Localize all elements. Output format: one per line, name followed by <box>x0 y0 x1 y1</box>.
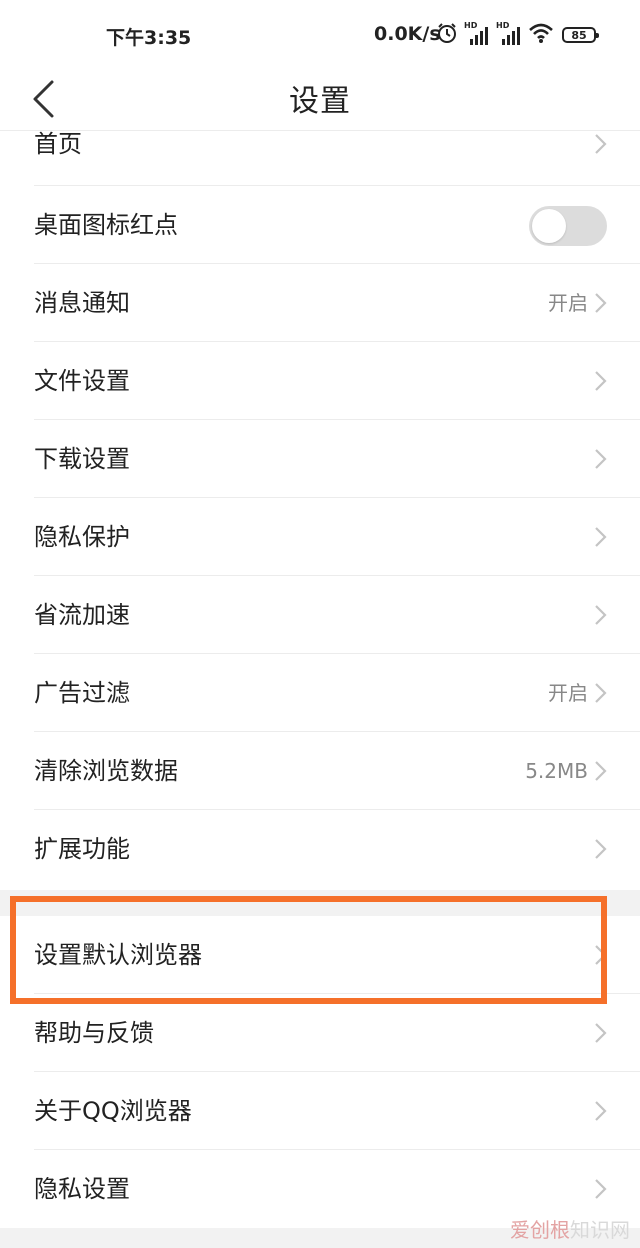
watermark-text: 知识网 <box>570 1218 630 1242</box>
setting-row-notifications[interactable]: 消息通知 开启 <box>0 264 640 342</box>
setting-row-home[interactable]: 首页 <box>0 108 640 186</box>
chevron-right-icon <box>595 449 607 469</box>
chevron-right-icon <box>595 605 607 625</box>
setting-label: 消息通知 <box>34 289 130 317</box>
setting-row-download[interactable]: 下载设置 <box>0 420 640 498</box>
setting-row-file[interactable]: 文件设置 <box>0 342 640 420</box>
setting-row-clear-data[interactable]: 清除浏览数据 5.2MB <box>0 732 640 810</box>
setting-row-ad-filter[interactable]: 广告过滤 开启 <box>0 654 640 732</box>
section-divider <box>0 890 640 916</box>
setting-label: 关于QQ浏览器 <box>34 1097 192 1125</box>
setting-row-extensions[interactable]: 扩展功能 <box>0 810 640 888</box>
chevron-right-icon <box>595 293 607 313</box>
setting-label: 下载设置 <box>34 445 130 473</box>
setting-row-help-feedback[interactable]: 帮助与反馈 <box>0 994 640 1072</box>
chevron-right-icon <box>595 371 607 391</box>
alarm-icon <box>436 22 458 48</box>
setting-label: 隐私设置 <box>34 1175 130 1203</box>
setting-row-default-browser[interactable]: 设置默认浏览器 <box>0 916 640 994</box>
hd-signal-icon: HD <box>464 21 490 47</box>
setting-value: 开启 <box>548 681 588 705</box>
setting-row-desktop-badge: 桌面图标红点 <box>0 186 640 264</box>
setting-label: 文件设置 <box>34 367 130 395</box>
chevron-right-icon <box>595 839 607 859</box>
setting-value: 5.2MB <box>525 759 588 783</box>
setting-label: 帮助与反馈 <box>34 1019 154 1047</box>
hd-label: HD <box>496 21 510 30</box>
setting-label: 清除浏览数据 <box>34 757 178 785</box>
setting-label: 隐私保护 <box>34 523 130 551</box>
status-icons: HD HD 85 <box>436 21 599 49</box>
setting-label: 设置默认浏览器 <box>34 941 202 969</box>
setting-label: 桌面图标红点 <box>34 211 178 239</box>
chevron-right-icon <box>595 1101 607 1121</box>
setting-row-data-saver[interactable]: 省流加速 <box>0 576 640 654</box>
toggle-knob <box>532 209 566 243</box>
battery-icon: 85 <box>562 27 599 43</box>
chevron-right-icon <box>595 1179 607 1199</box>
setting-value: 开启 <box>548 291 588 315</box>
setting-row-about[interactable]: 关于QQ浏览器 <box>0 1072 640 1150</box>
status-time: 下午3:35 <box>106 27 192 49</box>
setting-label: 扩展功能 <box>34 835 130 863</box>
status-bar: 下午3:35 0.0K/s HD HD 85 <box>0 0 640 70</box>
chevron-right-icon <box>595 134 607 154</box>
setting-label: 广告过滤 <box>34 679 130 707</box>
chevron-right-icon <box>595 527 607 547</box>
watermark: 爱创根知识网 <box>510 1214 630 1243</box>
chevron-right-icon <box>595 761 607 781</box>
chevron-right-icon <box>595 945 607 965</box>
wifi-icon <box>528 22 554 48</box>
setting-row-privacy-protection[interactable]: 隐私保护 <box>0 498 640 576</box>
setting-label: 首页 <box>34 130 82 158</box>
chevron-right-icon <box>595 1023 607 1043</box>
desktop-badge-toggle[interactable] <box>529 206 607 246</box>
hd-signal-icon: HD <box>496 21 522 47</box>
network-speed: 0.0K/s <box>374 23 441 45</box>
hd-label: HD <box>464 21 478 30</box>
setting-label: 省流加速 <box>34 601 130 629</box>
chevron-right-icon <box>595 683 607 703</box>
watermark-logo: 爱创根 <box>510 1218 570 1242</box>
